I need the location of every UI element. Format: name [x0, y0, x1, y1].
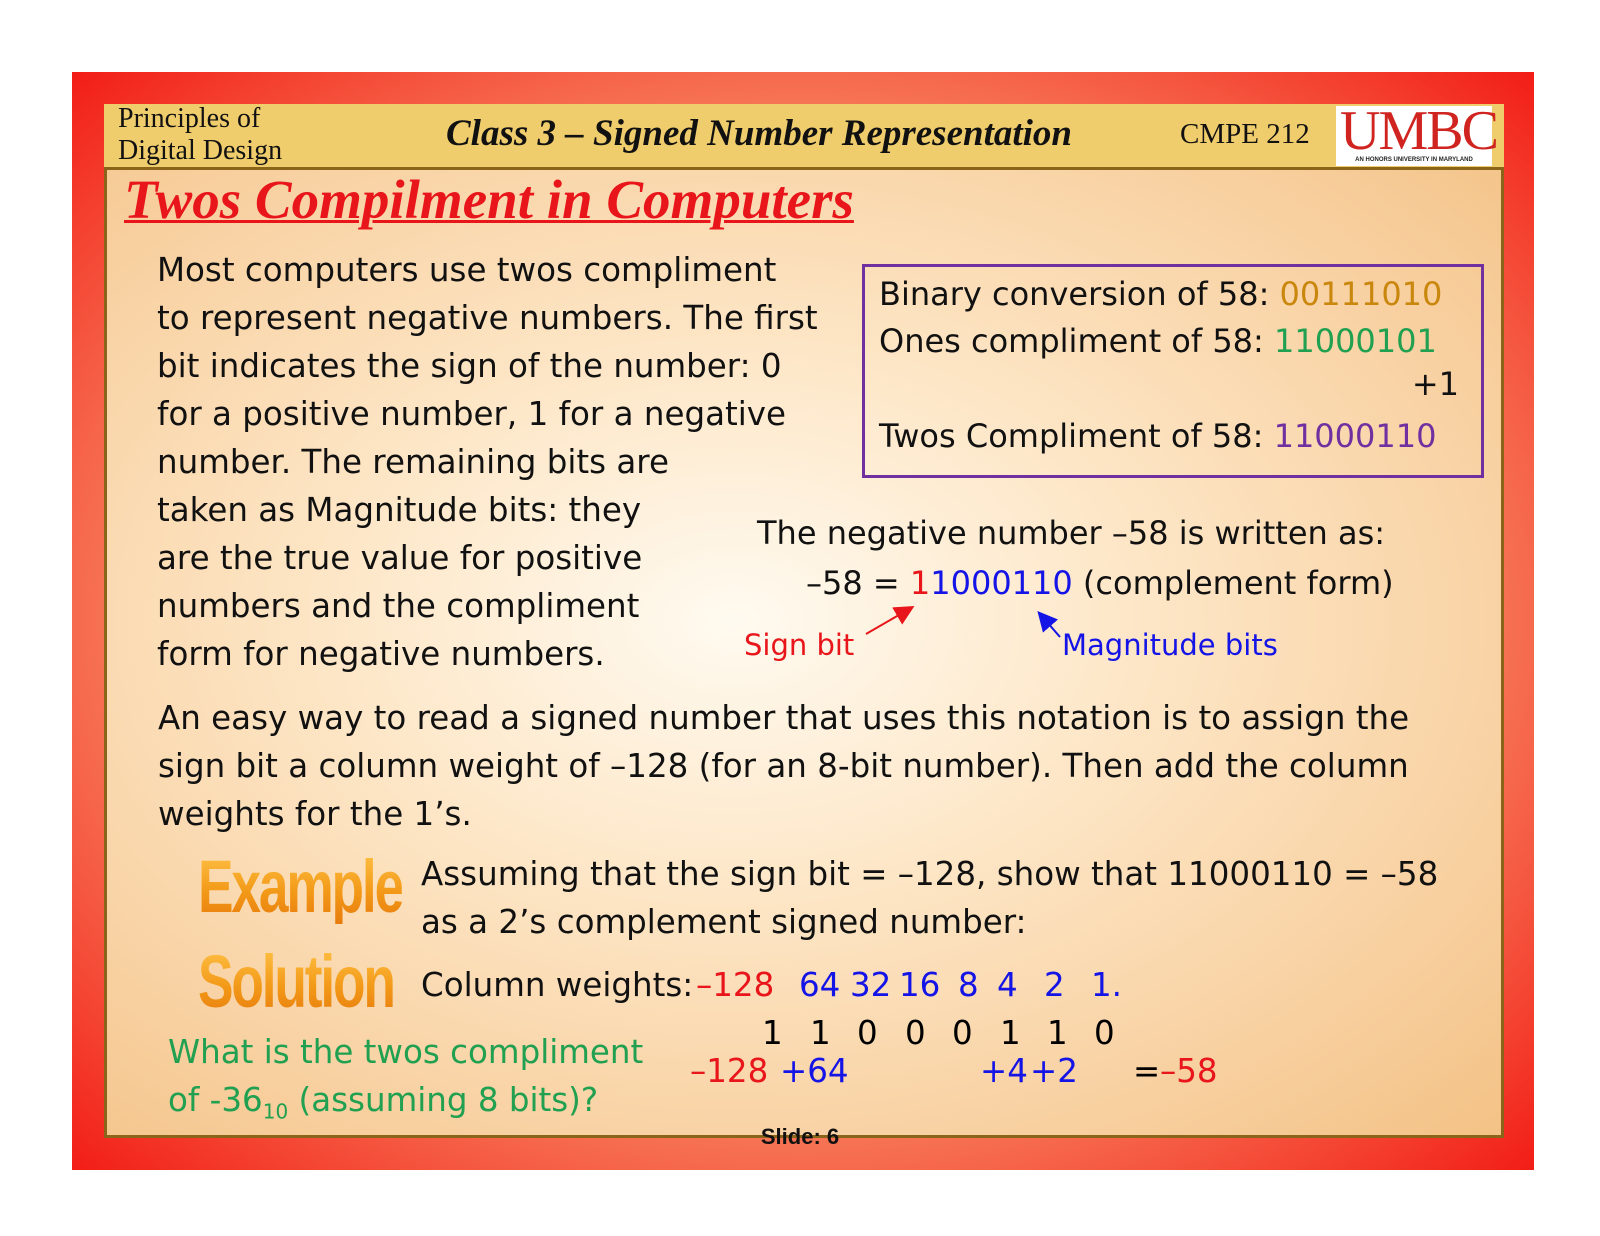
- solution-wordart: Solution: [198, 940, 396, 1023]
- intro-line: bit indicates the sign of the number: 0: [157, 347, 782, 385]
- sum-term: +64: [780, 1052, 849, 1090]
- negative-number-equation: –58 = 11000110 (complement form): [806, 564, 1394, 602]
- easy-line: weights for the 1’s.: [158, 795, 472, 833]
- course-name-line1: Principles of: [118, 103, 261, 134]
- sum-term: –128: [690, 1052, 769, 1090]
- umbc-logo: UMBC AN HONORS UNIVERSITY IN MARYLAND: [1336, 100, 1499, 166]
- intro-paragraph: Most computers use twos compliment to re…: [157, 246, 837, 678]
- easy-line: sign bit a column weight of –128 (for an…: [158, 747, 1409, 785]
- weight-cell: 4: [997, 966, 1018, 1004]
- weight-cell: –128: [696, 966, 775, 1004]
- easy-line: An easy way to read a signed number that…: [158, 699, 1410, 737]
- intro-line: for a positive number, 1 for a negative: [157, 395, 786, 433]
- example-line: as a 2’s complement signed number:: [421, 903, 1027, 941]
- slide-heading: Twos Compilment in Computers: [124, 169, 854, 230]
- class-title: Class 3 – Signed Number Representation: [446, 113, 1073, 154]
- magnitude-digits: 1000110: [930, 564, 1073, 602]
- bit-cell: 1: [1000, 1014, 1021, 1052]
- intro-line: Most computers use twos compliment: [157, 251, 777, 289]
- bit-cell: 0: [905, 1014, 926, 1052]
- example-wordart: Example: [198, 845, 404, 928]
- weight-cell: 16: [899, 966, 941, 1004]
- twos-compliment-line: Twos Compliment of 58: 11000110: [879, 417, 1436, 455]
- weight-cell: 2: [1044, 966, 1065, 1004]
- bit-cell: 0: [857, 1014, 878, 1052]
- example-line: Assuming that the sign bit = –128, show …: [421, 855, 1439, 893]
- binary-label: Binary conversion of 58:: [879, 275, 1280, 313]
- ones-label: Ones compliment of 58:: [879, 322, 1274, 360]
- question-suffix: (assuming 8 bits)?: [288, 1081, 599, 1119]
- practice-question: What is the twos compliment of -3610 (as…: [168, 1028, 688, 1136]
- course-name: Principles of Digital Design: [118, 103, 318, 167]
- intro-line: taken as Magnitude bits: they: [157, 491, 642, 529]
- intro-line: numbers and the compliment: [157, 587, 640, 625]
- course-name-line2: Digital Design: [118, 135, 283, 166]
- question-prefix: of -36: [168, 1081, 263, 1119]
- ones-value: 11000101: [1273, 322, 1437, 360]
- twos-label: Twos Compliment of 58:: [879, 417, 1274, 455]
- intro-line: number. The remaining bits are: [157, 443, 669, 481]
- sign-bit-label: Sign bit: [744, 628, 855, 662]
- negative-number-intro: The negative number –58 is written as:: [757, 514, 1386, 552]
- intro-line: to represent negative numbers. The first: [157, 299, 818, 337]
- sum-result: –58: [1160, 1052, 1218, 1090]
- intro-line: form for negative numbers.: [157, 635, 605, 673]
- eq-prefix: –58 =: [806, 564, 910, 602]
- weight-cell: 64: [799, 966, 841, 1004]
- sign-digit: 1: [909, 564, 931, 602]
- bit-cell: 1: [810, 1014, 831, 1052]
- sum-term: +4: [980, 1052, 1028, 1090]
- bit-cell: 0: [1094, 1014, 1115, 1052]
- intro-line: are the true value for positive: [157, 539, 643, 577]
- weight-cell: 32: [850, 966, 892, 1004]
- easy-way-paragraph: An easy way to read a signed number that…: [158, 694, 1488, 838]
- ones-compliment-line: Ones compliment of 58: 11000101: [879, 322, 1437, 360]
- logo-wordmark: UMBC: [1340, 100, 1499, 162]
- example-statement: Assuming that the sign bit = –128, show …: [421, 850, 1438, 946]
- course-code: CMPE 212: [1180, 118, 1310, 150]
- twos-value: 11000110: [1273, 417, 1437, 455]
- magnitude-bits-label: Magnitude bits: [1062, 628, 1278, 662]
- sum-term: +2: [1030, 1052, 1078, 1090]
- weight-cell: 1.: [1091, 966, 1123, 1004]
- question-line1: What is the twos compliment: [168, 1033, 644, 1071]
- column-weights-label: Column weights:: [421, 966, 694, 1004]
- bit-cell: 0: [952, 1014, 973, 1052]
- plus-one: +1: [1411, 365, 1459, 403]
- sum-equals: =: [1133, 1052, 1161, 1090]
- question-subscript: 10: [262, 1099, 289, 1124]
- conversion-box: Binary conversion of 58: 00111010 Ones c…: [862, 264, 1484, 478]
- slide-number: Slide: 6: [760, 1124, 840, 1149]
- bit-cell: 1: [762, 1014, 783, 1052]
- binary-value: 00111010: [1279, 275, 1443, 313]
- weight-cell: 8: [958, 966, 979, 1004]
- logo-tagline: AN HONORS UNIVERSITY IN MARYLAND: [1355, 157, 1473, 163]
- eq-suffix: (complement form): [1072, 564, 1394, 602]
- bit-cell: 1: [1047, 1014, 1068, 1052]
- binary-conversion-line: Binary conversion of 58: 00111010: [879, 275, 1442, 313]
